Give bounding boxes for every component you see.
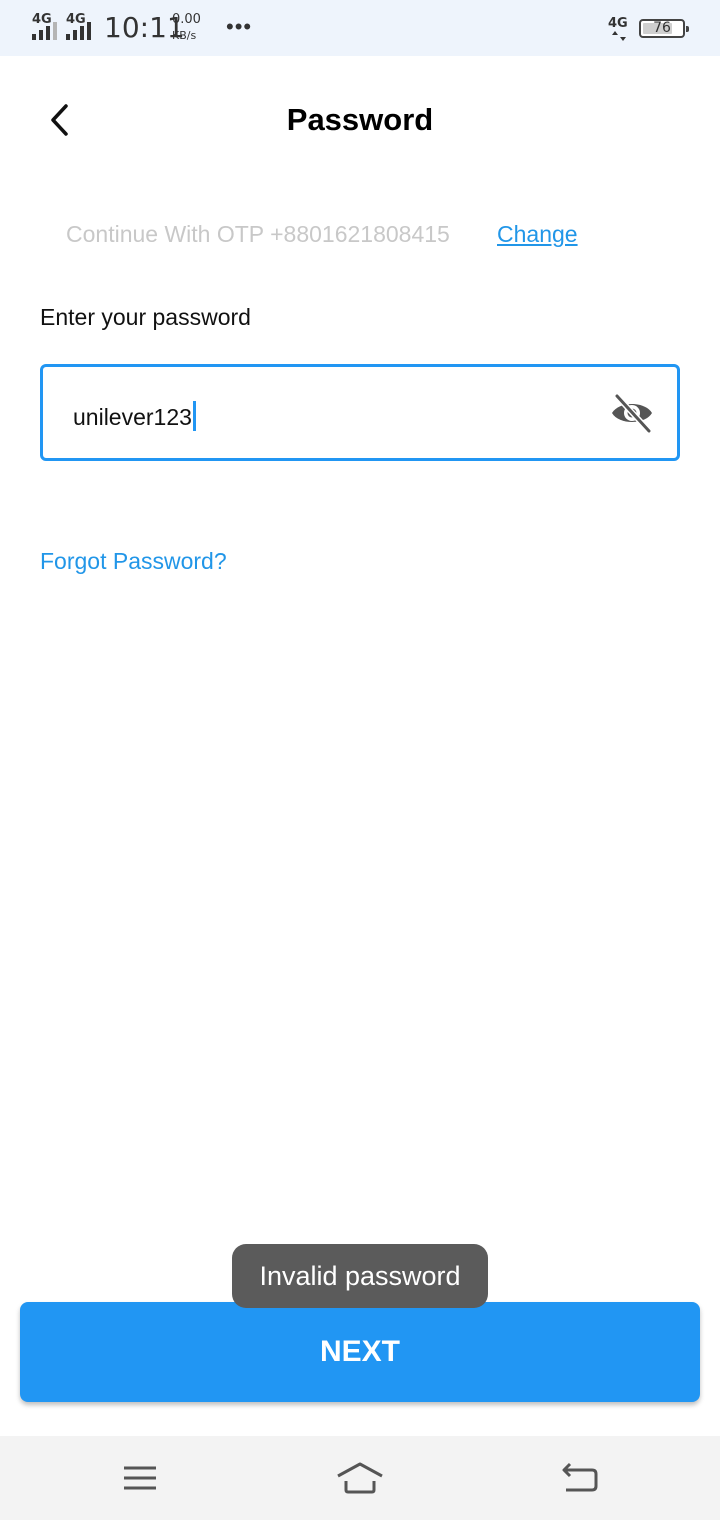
net-speed-value: 0.00 <box>172 12 201 27</box>
back-icon <box>562 1462 598 1492</box>
network-type-label: 4G <box>608 16 628 31</box>
network-4g-icon: 4G <box>608 14 634 42</box>
next-button[interactable]: NEXT <box>20 1302 700 1402</box>
password-label: Enter your password <box>40 304 251 330</box>
home-button[interactable] <box>336 1456 384 1500</box>
back-nav-button[interactable] <box>556 1456 604 1500</box>
forgot-password-link[interactable]: Forgot Password? <box>40 548 227 575</box>
net-speed: 0.00 KB/s <box>172 12 201 44</box>
continue-with-otp-text[interactable]: Continue With OTP +8801621808415 <box>66 221 450 248</box>
change-number-link[interactable]: Change <box>497 221 578 248</box>
status-bar: 4G 4G 10:11 0.00 KB/s ••• 4G 76 <box>0 0 720 56</box>
menu-icon <box>124 1466 156 1490</box>
network-type-label: 4G <box>32 12 52 27</box>
network-type-label: 4G <box>66 12 86 27</box>
navigation-bar <box>0 1436 720 1520</box>
toggle-password-visibility-button[interactable] <box>609 391 655 435</box>
password-input[interactable]: unilever123 <box>40 364 680 461</box>
net-speed-unit: KB/s <box>172 29 197 42</box>
toast-message: Invalid password <box>232 1244 488 1308</box>
text-caret <box>192 401 196 431</box>
password-text: unilever123 <box>73 404 192 430</box>
battery-level: 76 <box>653 20 671 36</box>
page-title: Password <box>286 102 434 137</box>
more-dots-icon: ••• <box>226 14 253 39</box>
signal-icon: 4G <box>32 12 66 42</box>
menu-button[interactable] <box>116 1456 164 1500</box>
battery-icon: 76 <box>639 19 689 38</box>
home-icon <box>337 1462 383 1494</box>
password-value[interactable]: unilever123 <box>73 401 196 431</box>
eye-off-icon <box>612 393 652 434</box>
signal-icon: 4G <box>66 12 100 42</box>
